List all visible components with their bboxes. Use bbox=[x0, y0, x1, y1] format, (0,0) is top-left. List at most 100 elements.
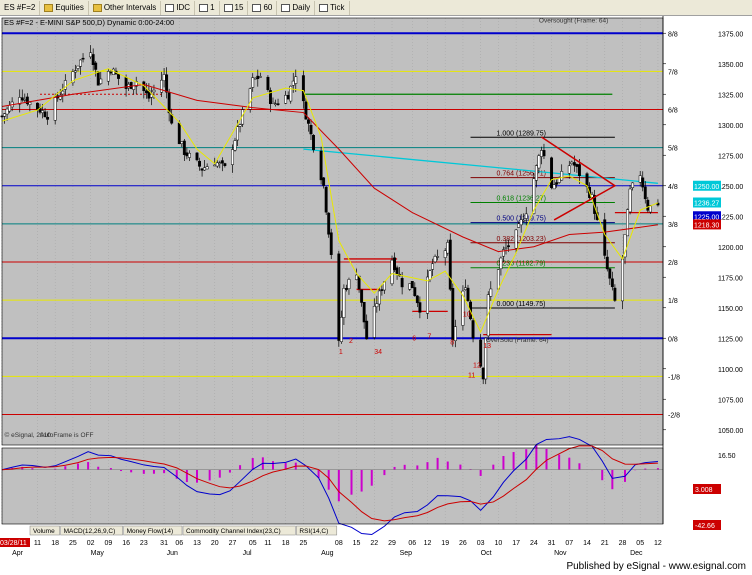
toolbar-idc-label: IDC bbox=[176, 3, 191, 12]
toolbar-idc[interactable]: IDC bbox=[161, 0, 196, 15]
candle-body bbox=[481, 367, 485, 380]
candle-body bbox=[286, 95, 290, 100]
price-chart[interactable]: 8/8 7/8 6/8 5/8 4/8 3/8 2/8 1/8 0/8 -1/8 -2/8 1375.… bbox=[0, 16, 752, 560]
candle-body bbox=[309, 124, 313, 135]
candle-body bbox=[552, 184, 556, 190]
x-month-label: Sep bbox=[400, 550, 413, 557]
candle-body bbox=[195, 152, 199, 161]
murray-line-label: -2/8 bbox=[668, 413, 680, 420]
candle-body bbox=[638, 175, 642, 183]
y-tick-label: 1275.00 bbox=[718, 153, 743, 160]
toolbar-other-intervals[interactable]: Other Intervals bbox=[89, 0, 162, 15]
candle-body bbox=[312, 134, 315, 151]
toolbar-interval-1[interactable]: 1 bbox=[195, 0, 220, 15]
murray-line-label: 1/8 bbox=[668, 298, 678, 305]
candle-body bbox=[200, 168, 204, 171]
candle-body bbox=[418, 302, 422, 313]
candle-body bbox=[372, 306, 376, 338]
candle-body bbox=[585, 173, 589, 187]
candle-body bbox=[362, 302, 366, 323]
candle-body bbox=[258, 76, 262, 78]
candle-body bbox=[621, 258, 624, 302]
chart-title: ES #F=2 - E-MINI S&P 500,D) Dynamic 0:00… bbox=[4, 18, 174, 27]
x-day-label: 18 bbox=[51, 540, 59, 547]
chart-annotation: Oversought (Frame: 64) bbox=[539, 17, 608, 24]
candle-body bbox=[443, 250, 447, 258]
candle-body bbox=[238, 124, 242, 127]
candle-body bbox=[322, 177, 326, 186]
countdown-label: 13 bbox=[483, 343, 491, 350]
candle-body bbox=[428, 270, 432, 280]
candle-body bbox=[413, 287, 417, 297]
candle-body bbox=[453, 326, 457, 342]
candle-body bbox=[251, 77, 255, 88]
x-day-label: 14 bbox=[583, 540, 591, 547]
candle-body bbox=[603, 219, 607, 256]
toolbar-interval-tick-label: Tick bbox=[330, 3, 345, 12]
indicator-tab-label: RSI(14,C) bbox=[299, 528, 328, 535]
candle-body bbox=[504, 247, 508, 249]
x-month-label: Oct bbox=[481, 550, 492, 557]
y-tick-label: 1200.00 bbox=[718, 245, 743, 252]
x-day-label: 25 bbox=[299, 540, 307, 547]
x-day-label: 11 bbox=[264, 540, 271, 547]
symbol-text: ES #F=2 bbox=[4, 3, 36, 12]
y-tick-label: 1125.00 bbox=[718, 336, 743, 343]
x-day-label: 23 bbox=[140, 540, 148, 547]
candle-body bbox=[76, 65, 80, 69]
candle-body bbox=[81, 57, 85, 60]
candle-body bbox=[550, 157, 554, 189]
x-day-label: 22 bbox=[370, 540, 378, 547]
candle-body bbox=[203, 167, 207, 171]
candle-body bbox=[79, 59, 82, 67]
candle-body bbox=[165, 74, 169, 93]
candle-body bbox=[446, 242, 450, 254]
symbol-selector[interactable]: ES #F=2 bbox=[0, 0, 41, 15]
x-day-label: 31 bbox=[548, 540, 556, 547]
candle-body bbox=[496, 269, 500, 290]
toolbar-interval-60[interactable]: 60 bbox=[248, 0, 278, 15]
price-tag-label: 1218.30 bbox=[694, 222, 719, 229]
candle-body bbox=[360, 289, 364, 303]
x-day-label: 06 bbox=[175, 540, 183, 547]
candle-body bbox=[570, 161, 574, 164]
x-day-label: 17 bbox=[512, 540, 520, 547]
candle-body bbox=[464, 287, 467, 290]
candle-body bbox=[233, 140, 237, 151]
candle-body bbox=[3, 113, 6, 117]
price-tag-label: 1250.00 bbox=[694, 184, 719, 191]
checkbox-icon bbox=[281, 3, 291, 12]
candle-body bbox=[557, 177, 561, 183]
countdown-label: 10 bbox=[463, 311, 471, 318]
toolbar-interval-daily-label: Daily bbox=[292, 3, 311, 12]
candle-body bbox=[499, 257, 503, 270]
x-day-label: 12 bbox=[424, 540, 432, 547]
murray-line-label: 6/8 bbox=[668, 108, 678, 115]
y-tick-label: 1075.00 bbox=[718, 397, 743, 404]
countdown-label: 34 bbox=[374, 349, 382, 356]
y-tick-label: 1375.00 bbox=[718, 31, 743, 38]
candle-body bbox=[646, 199, 650, 211]
x-day-label: 28 bbox=[619, 540, 627, 547]
candle-body bbox=[448, 239, 452, 290]
toolbar-interval-15[interactable]: 15 bbox=[220, 0, 249, 15]
toolbar-equities[interactable]: Equities bbox=[40, 0, 89, 15]
candle-body bbox=[284, 94, 288, 104]
candle-body bbox=[144, 90, 148, 94]
x-day-label: 15 bbox=[353, 540, 361, 547]
countdown-label: 7 bbox=[427, 333, 431, 340]
murray-line-label: 0/8 bbox=[668, 336, 678, 343]
x-day-label: 26 bbox=[459, 540, 467, 547]
toolbar-interval-daily[interactable]: Daily bbox=[277, 0, 316, 15]
toolbar-interval-tick[interactable]: Tick bbox=[315, 0, 350, 15]
candle-body bbox=[400, 278, 404, 288]
x-day-label: 27 bbox=[229, 540, 237, 547]
candle-body bbox=[301, 75, 305, 102]
macd-tick-label: -42.66 bbox=[695, 523, 715, 530]
candle-body bbox=[643, 186, 647, 200]
checkbox-icon bbox=[199, 3, 209, 12]
folder-icon bbox=[92, 3, 102, 12]
status-bar: Published by eSignal - www.esignal.com bbox=[0, 560, 752, 575]
candle-body bbox=[274, 103, 277, 106]
candle-body bbox=[395, 267, 399, 274]
